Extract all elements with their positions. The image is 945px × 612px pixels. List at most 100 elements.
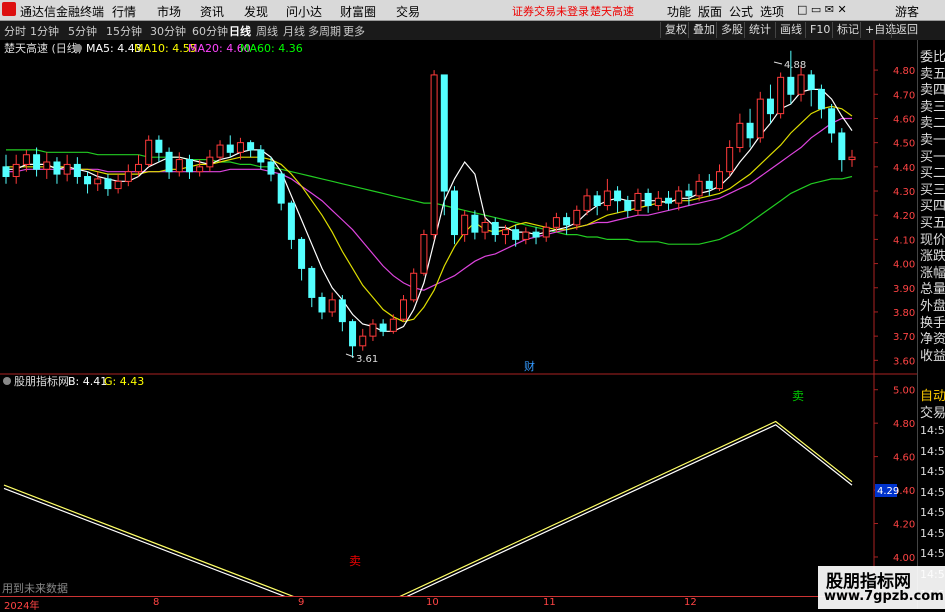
window-icons[interactable]: □ ▭ ✉ ✕ [797,3,847,16]
btn-tongji[interactable]: 统计 [744,22,775,38]
login-warning[interactable]: 证券交易未登录 [512,3,589,19]
chart-area[interactable]: 4.80 4.70 4.60 4.50 4.40 4.30 4.20 4.10 4.00 3.90… [0,40,917,596]
tick-time: 14:56 [920,444,945,458]
candle-body [675,190,683,204]
price-tick-label: 3.90 [893,284,915,295]
menu-item-gongshi[interactable]: 公式 [729,3,753,20]
trade-label[interactable]: 交易 [920,402,945,421]
high-price-label: 4.88 [784,60,806,71]
sub-tick-label: 4.60 [893,453,915,464]
menu-item-gongneng[interactable]: 功能 [667,3,691,20]
candle-body [338,299,346,323]
candle-body [349,321,357,347]
period-daily[interactable]: 日线 [229,23,251,39]
menu-item-hangqing[interactable]: 行情 [112,3,136,20]
candle-body [787,76,795,95]
sub-tick-label: 4.20 [893,520,915,531]
period-fenshi[interactable]: 分时 [4,23,26,39]
candle-body [624,200,632,211]
candle-body [817,88,825,110]
btn-diejia[interactable]: 叠加 [688,22,719,38]
btn-f10[interactable]: F10 [805,22,834,38]
menu-item-shichang[interactable]: 市场 [157,3,181,20]
candle-body [838,132,846,161]
sub-settings-icon[interactable] [3,377,11,385]
sub-tick-label: 5.00 [893,386,915,397]
menu-item-banmian[interactable]: 版面 [698,3,722,20]
candle-body [440,74,448,192]
candle-body [33,154,41,170]
stock-name-link[interactable]: 楚天高速 [590,3,634,19]
candle-body [736,122,744,148]
btn-biaoji[interactable]: 标记 [832,22,863,38]
candle-body [84,176,92,185]
period-monthly[interactable]: 月线 [283,23,305,39]
candle-body [501,229,509,236]
candle-body [665,197,673,204]
candle-body [2,166,10,178]
sub-b-label: B: 4.41 [68,375,107,388]
price-tick-label: 4.10 [893,235,915,246]
candle-body [328,299,336,313]
candle-body [175,159,183,173]
candle-body [685,190,693,197]
candle-body [450,190,458,236]
candle-body [400,299,408,320]
candle-body [542,226,550,238]
menu-item-zixun[interactable]: 资讯 [200,3,224,20]
tick-time: 14:56 [920,485,945,499]
period-weekly[interactable]: 周线 [256,23,278,39]
tick-time: 14:56 [920,526,945,540]
finance-marker[interactable]: 财 [524,359,535,373]
tick-time: 14:56 [920,506,945,519]
candle-body [94,178,102,185]
quote-field-label: 收益 [920,348,945,364]
candle-body [206,156,214,168]
candle-body [461,214,469,236]
period-15min[interactable]: 15分钟 [106,23,142,39]
candle-body [145,139,153,165]
candle-body [848,156,856,161]
ma-settings-icon[interactable] [74,44,82,52]
candle-body [359,335,367,347]
sub-tick-label: 4.80 [893,419,915,430]
candle-body [298,238,306,269]
x-tick: 11 [543,597,556,608]
candle-body [420,234,428,274]
btn-huaxian[interactable]: 画线 [775,22,806,38]
price-tick-label: 4.30 [893,187,915,198]
period-5min[interactable]: 5分钟 [68,23,97,39]
candle-body [644,192,652,207]
candle-body [807,74,815,90]
price-tick-label: 4.80 [893,66,915,77]
period-60min[interactable]: 60分钟 [192,23,228,39]
menu-item-faxian[interactable]: 发现 [244,3,268,20]
menu-item-wenxiaoda[interactable]: 问小达 [286,3,322,20]
candle-body [552,217,560,228]
menu-item-caifuquan[interactable]: 财富圈 [340,3,376,20]
btn-back[interactable]: 返回 [891,22,922,38]
price-tick-label: 3.60 [893,356,915,367]
period-more[interactable]: 更多 [343,23,365,39]
price-tick-label: 4.00 [893,260,915,271]
guest-label[interactable]: 游客 [895,3,919,20]
sell-signal-top: 卖 [792,389,804,403]
period-multi[interactable]: 多周期 [308,23,341,39]
x-tick: 10 [426,597,439,608]
candle-body [114,180,122,190]
period-30min[interactable]: 30分钟 [150,23,186,39]
btn-duogu[interactable]: 多股 [716,22,747,38]
low-price-label: 3.61 [356,354,378,365]
menu-item-xuanxiang[interactable]: 选项 [760,3,784,20]
x-tick: 8 [153,597,160,608]
candle-body [695,180,703,197]
btn-fuquan[interactable]: 复权 [660,22,691,38]
x-tick: 2024年 [4,601,40,612]
candle-body [369,323,377,337]
candle-body [563,217,571,226]
menu-item-jiaoyi[interactable]: 交易 [396,3,420,20]
candle-body [318,296,326,313]
period-1min[interactable]: 1分钟 [30,23,59,39]
candle-body [654,197,662,207]
x-tick: 12 [684,597,697,608]
